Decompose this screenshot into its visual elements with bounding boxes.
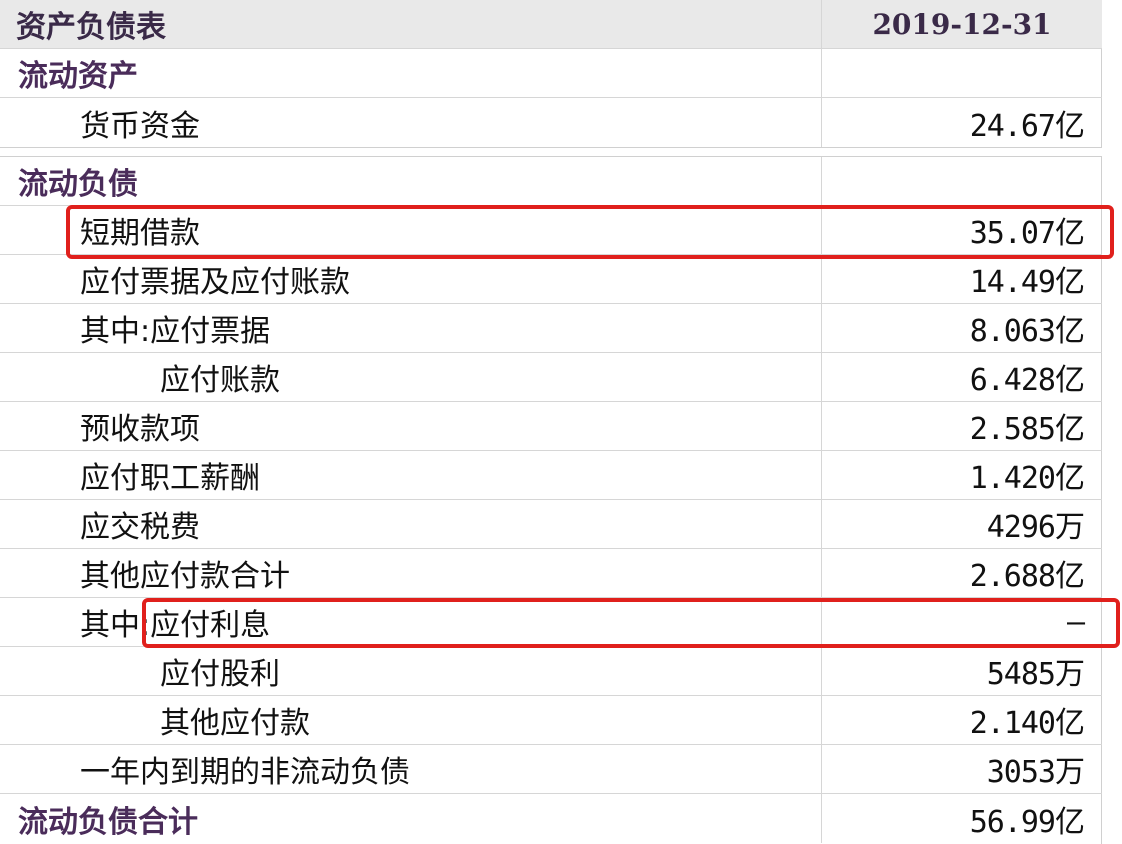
row-value: 35.07亿: [969, 216, 1085, 251]
row-value: [822, 49, 1102, 97]
table-header-row: 资产负债表 2019-12-31: [0, 0, 1102, 49]
row-label: 一年内到期的非流动负债: [0, 745, 822, 793]
row-value: 6.428亿: [969, 363, 1085, 398]
balance-sheet-liabilities: 流动负债 短期借款 35.07亿 应付票据及应付账款 14.49亿 其中:应付票…: [0, 156, 1102, 844]
report-date: 2019-12-31: [872, 7, 1052, 41]
row-label: 流动负债合计: [0, 794, 822, 843]
row-value: 3053万: [986, 755, 1085, 790]
row-value: 14.49亿: [969, 265, 1085, 300]
row-label: 应付账款: [0, 353, 822, 401]
table-row: 应付股利 5485万: [0, 647, 1102, 696]
row-label: 其中:应付利息: [0, 598, 822, 646]
row-value: [822, 157, 1102, 205]
table-row-total: 流动负债合计 56.99亿: [0, 794, 1102, 843]
table-row: 应付账款 6.428亿: [0, 353, 1102, 402]
row-label: 流动资产: [0, 49, 822, 97]
row-label: 货币资金: [0, 98, 822, 147]
row-value: 2.688亿: [969, 559, 1085, 594]
row-label: 其他应付款合计: [0, 549, 822, 597]
balance-sheet-screenshot: 资产负债表 2019-12-31 流动资产 货币资金 24.67亿 流动负债 短…: [0, 0, 1122, 844]
table-row-current-assets: 流动资产: [0, 49, 1102, 98]
row-label: 应交税费: [0, 500, 822, 548]
table-row-cash: 货币资金 24.67亿: [0, 98, 1102, 147]
row-value: 1.420亿: [969, 461, 1085, 496]
table-row: 流动负债: [0, 157, 1102, 206]
table-row: 应付票据及应付账款 14.49亿: [0, 255, 1102, 304]
table-row: 预收款项 2.585亿: [0, 402, 1102, 451]
table-title: 资产负债表: [0, 0, 822, 48]
table-row: 其他应付款 2.140亿: [0, 696, 1102, 745]
row-value: 5485万: [986, 657, 1085, 692]
row-label: 应付票据及应付账款: [0, 255, 822, 303]
row-value: 56.99亿: [969, 804, 1085, 840]
row-label: 其他应付款: [0, 696, 822, 744]
table-row: 应交税费 4296万: [0, 500, 1102, 549]
table-row: 短期借款 35.07亿: [0, 206, 1102, 255]
row-value: 4296万: [986, 510, 1085, 545]
row-label: 应付职工薪酬: [0, 451, 822, 499]
row-value: 2.585亿: [969, 412, 1085, 447]
table-row: 应付职工薪酬 1.420亿: [0, 451, 1102, 500]
table-row: 其他应付款合计 2.688亿: [0, 549, 1102, 598]
row-value: —: [1066, 604, 1085, 640]
row-label: 应付股利: [0, 647, 822, 695]
row-label: 预收款项: [0, 402, 822, 450]
table-row: 一年内到期的非流动负债 3053万: [0, 745, 1102, 794]
table-row: 其中:应付利息 —: [0, 598, 1102, 647]
row-value: 8.063亿: [969, 314, 1085, 349]
table-row: 其中:应付票据 8.063亿: [0, 304, 1102, 353]
row-value: 2.140亿: [969, 706, 1085, 741]
row-label: 流动负债: [0, 157, 822, 205]
row-label: 短期借款: [0, 206, 822, 254]
row-label: 其中:应付票据: [0, 304, 822, 352]
balance-sheet-top: 资产负债表 2019-12-31 流动资产 货币资金 24.67亿: [0, 0, 1102, 148]
row-value: 24.67亿: [969, 108, 1085, 144]
